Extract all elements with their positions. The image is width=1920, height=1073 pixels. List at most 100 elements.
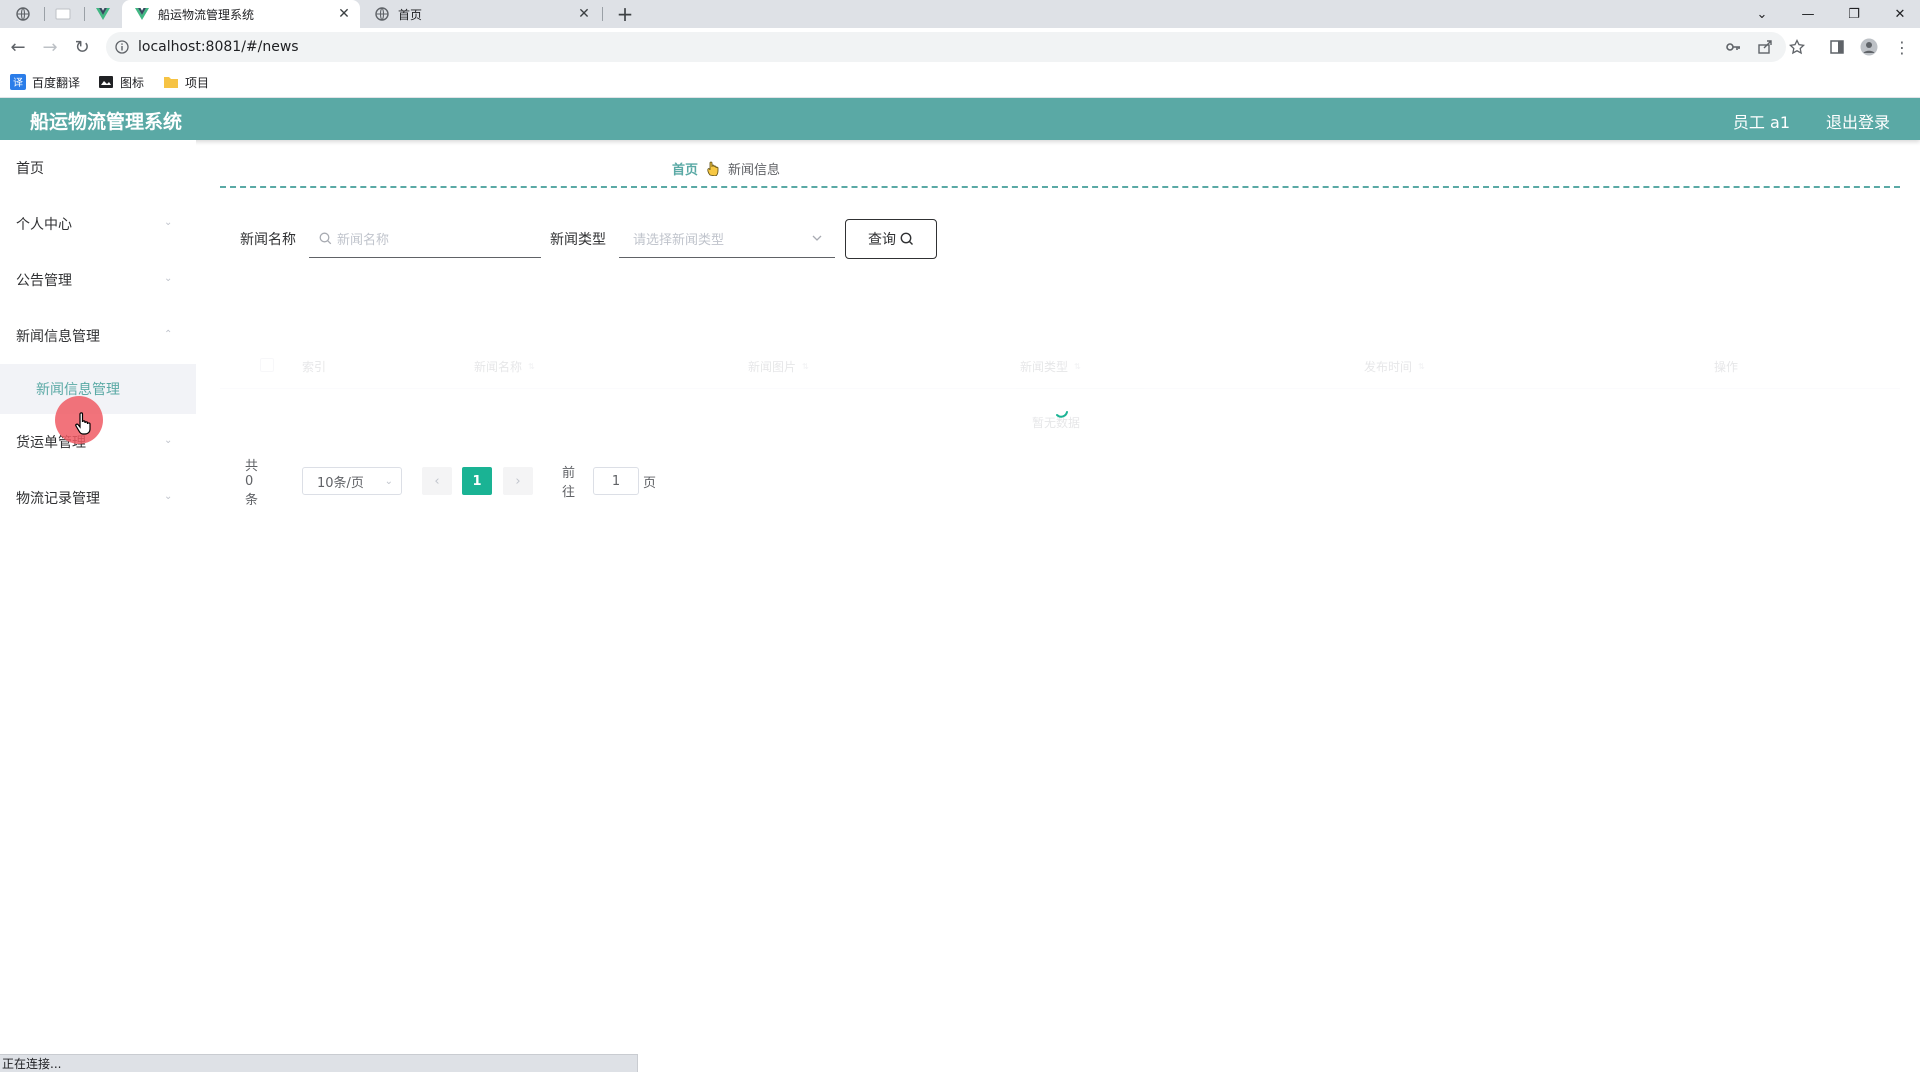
translate-icon: 译: [10, 74, 26, 90]
column-label: 发布时间: [1364, 360, 1413, 374]
bookmark-item[interactable]: 项目: [163, 73, 209, 91]
restore-icon[interactable]: ❐: [1832, 0, 1876, 28]
back-arrow-icon[interactable]: ←: [4, 33, 32, 61]
globe-icon: [16, 7, 30, 21]
loading-spinner-icon: [1056, 411, 1068, 418]
sidebar-item-home[interactable]: 首页: [0, 140, 196, 196]
site-info-icon[interactable]: [114, 39, 130, 55]
news-name-placeholder: 新闻名称: [337, 233, 390, 248]
sidebar: 首页 个人中心 ⌄ 公告管理 ⌄ 新闻信息管理 ⌃ 新闻信息管理 货运单管理 ⌄…: [0, 140, 196, 1040]
page-number-current[interactable]: 1: [462, 467, 492, 495]
column-label: 索引: [302, 360, 327, 374]
bookmark-label: 图标: [120, 75, 145, 90]
goto-page-input[interactable]: 1: [593, 467, 639, 495]
pagination-total: 共 0 条: [245, 458, 259, 508]
browser-status-bar: 正在连接...: [0, 1054, 638, 1072]
bookmark-item[interactable]: 译 百度翻译: [10, 73, 80, 91]
side-panel-icon[interactable]: [1827, 37, 1847, 57]
news-table: 索引 新闻名称 ⇅ 新闻图片 ⇅ 新闻类型 ⇅ 发布时间 ⇅ 操作 暂无数据: [220, 348, 1900, 458]
breadcrumb-home[interactable]: 首页: [672, 159, 698, 178]
sidebar-item-notices[interactable]: 公告管理 ⌄: [0, 252, 196, 308]
breadcrumb: 首页 新闻信息: [672, 158, 780, 178]
prev-page-button[interactable]: ‹: [422, 467, 452, 495]
column-label: 新闻类型: [1020, 360, 1069, 374]
key-icon[interactable]: [1723, 37, 1743, 57]
chevron-right-icon: ›: [515, 473, 521, 489]
svg-text:译: 译: [13, 77, 23, 89]
tab-search-chevron-icon[interactable]: ⌄: [1740, 0, 1784, 28]
bookmark-item[interactable]: 图标: [98, 73, 144, 91]
pinned-tab-blank[interactable]: [52, 3, 74, 25]
vue-logo-icon: [134, 6, 150, 22]
sidebar-item-label: 新闻信息管理: [16, 329, 100, 345]
pinned-tab-vue[interactable]: [92, 3, 114, 25]
bookmark-star-icon[interactable]: [1787, 37, 1807, 57]
close-icon[interactable]: ✕: [336, 6, 352, 22]
app-title: 船运物流管理系统: [30, 111, 183, 133]
column-header-actions: 操作: [1714, 358, 1738, 375]
tab-active[interactable]: 船运物流管理系统 ✕: [122, 0, 360, 28]
tab-title: 首页: [398, 7, 423, 22]
sidebar-item-logistics[interactable]: 物流记录管理 ⌄: [0, 470, 196, 526]
news-type-label: 新闻类型: [550, 232, 606, 248]
address-bar[interactable]: localhost:8081/#/news: [106, 32, 1786, 62]
kebab-menu-icon[interactable]: ⋮: [1892, 37, 1912, 57]
chevron-down-icon: ⌄: [164, 435, 173, 446]
table-header-divider: [220, 388, 1900, 389]
sidebar-item-label: 公告管理: [16, 273, 72, 289]
news-type-select[interactable]: 请选择新闻类型: [619, 220, 835, 258]
sort-icon[interactable]: ⇅: [1074, 362, 1081, 371]
sort-icon[interactable]: ⇅: [802, 362, 809, 371]
reload-icon[interactable]: ↻: [68, 33, 96, 61]
page-size-select[interactable]: 10条/页 ⌄: [302, 467, 402, 495]
chevron-down-icon: ⌄: [164, 491, 173, 502]
page-unit-label: 页: [643, 475, 657, 491]
blank-page-icon: [55, 8, 71, 20]
tab-inactive[interactable]: 首页 ✕: [362, 0, 600, 28]
column-header-image[interactable]: 新闻图片 ⇅: [748, 358, 809, 375]
new-tab-plus-icon[interactable]: +: [614, 2, 636, 26]
column-label: 新闻名称: [474, 360, 523, 374]
page-size-value: 10条/页: [317, 475, 364, 491]
image-icon: [98, 74, 114, 90]
logout-button[interactable]: 退出登录: [1826, 109, 1890, 133]
next-page-button[interactable]: ›: [503, 467, 533, 495]
pinned-tab-globe[interactable]: [12, 3, 34, 25]
profile-avatar-icon[interactable]: [1859, 37, 1879, 57]
share-icon[interactable]: [1755, 37, 1775, 57]
app-header: 船运物流管理系统 员工 a1 退出登录: [0, 98, 1920, 140]
sidebar-item-news[interactable]: 新闻信息管理 ⌃: [0, 308, 196, 364]
forward-arrow-icon[interactable]: →: [36, 33, 64, 61]
sort-icon[interactable]: ⇅: [528, 362, 535, 371]
folder-icon: [163, 74, 179, 90]
column-label: 操作: [1714, 360, 1739, 374]
search-icon: [319, 232, 332, 245]
column-header-publish-time[interactable]: 发布时间 ⇅: [1364, 358, 1425, 375]
close-icon[interactable]: ✕: [576, 6, 592, 22]
bookmarks-bar: 译 百度翻译 图标 项目: [0, 66, 1920, 98]
minimize-icon[interactable]: —: [1786, 0, 1830, 28]
column-header-name[interactable]: 新闻名称 ⇅: [474, 358, 535, 375]
globe-icon: [374, 6, 390, 22]
query-button-label: 查询: [868, 232, 896, 248]
column-header-type[interactable]: 新闻类型 ⇅: [1020, 358, 1081, 375]
query-button[interactable]: 查询: [845, 219, 937, 259]
hand-icon: [706, 160, 720, 176]
chevron-down-icon: ⌄: [164, 273, 173, 284]
chevron-down-icon: [811, 232, 823, 244]
select-all-checkbox[interactable]: [260, 358, 274, 372]
news-name-input[interactable]: 新闻名称: [309, 220, 541, 258]
tab-separator: [84, 7, 85, 21]
bookmark-label: 百度翻译: [32, 75, 81, 90]
tab-title: 船运物流管理系统: [158, 7, 255, 22]
chevron-up-icon: ⌃: [164, 329, 173, 340]
sidebar-item-label: 个人中心: [16, 217, 72, 233]
sidebar-item-label: 首页: [16, 161, 44, 177]
news-type-placeholder: 请选择新闻类型: [633, 233, 725, 248]
sort-icon[interactable]: ⇅: [1418, 362, 1425, 371]
current-user: 员工 a1: [1732, 113, 1790, 132]
close-window-icon[interactable]: ✕: [1878, 0, 1920, 28]
sidebar-item-profile[interactable]: 个人中心 ⌄: [0, 196, 196, 252]
tab-separator: [44, 7, 45, 21]
column-label: 新闻图片: [748, 360, 797, 374]
